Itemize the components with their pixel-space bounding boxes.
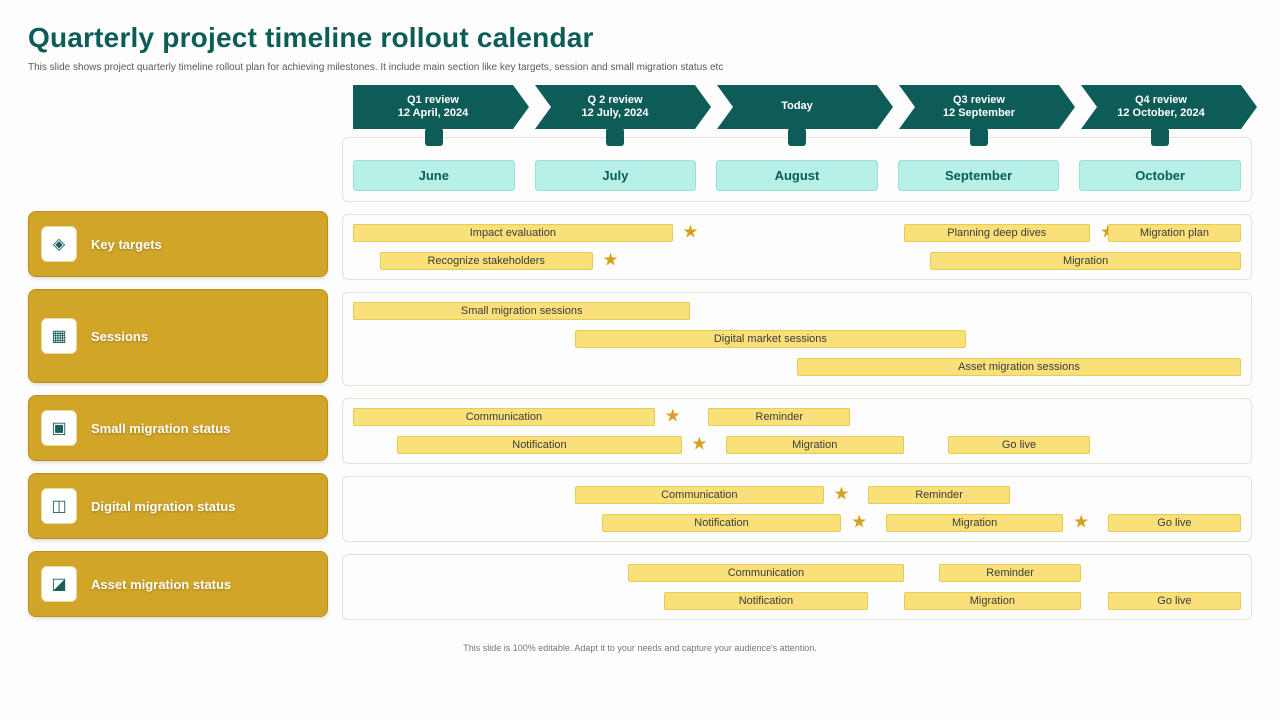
- milestone-chevron: Q 2 review12 July, 2024: [535, 85, 695, 129]
- gantt-bar: Reminder: [939, 564, 1081, 582]
- milestone-chevron: Q3 review12 September: [899, 85, 1059, 129]
- month-label: October: [1079, 160, 1241, 191]
- gantt-bar: Migration: [904, 592, 1082, 610]
- digital-icon: ◫: [41, 488, 77, 524]
- slide-subtitle: This slide shows project quarterly timel…: [28, 62, 1252, 73]
- star-icon: ★: [665, 405, 681, 426]
- category-label: Sessions: [91, 329, 148, 344]
- month-tick: [425, 128, 443, 146]
- asset-icon: ◪: [41, 566, 77, 602]
- category-label: Key targets: [91, 237, 162, 252]
- gantt-bar: Impact evaluation: [353, 224, 673, 242]
- milestone-chevron: Today: [717, 85, 877, 129]
- gantt-bar: Go live: [948, 436, 1090, 454]
- gantt-row: Recognize stakeholders ★ Migration: [353, 250, 1241, 272]
- gantt-bar: Migration: [930, 252, 1241, 270]
- milestone-chevron: Q1 review12 April, 2024: [353, 85, 513, 129]
- gantt-lane: Small migration sessions Digital market s…: [342, 292, 1252, 386]
- month-label: September: [898, 160, 1060, 191]
- gantt-row: Notification Migration Go live: [353, 590, 1241, 612]
- gantt-bar: Migration plan: [1108, 224, 1241, 242]
- star-icon: ★: [833, 483, 849, 504]
- milestone-chevrons: Q1 review12 April, 2024 Q 2 review12 July…: [342, 85, 1252, 129]
- sessions-icon: ▦: [41, 318, 77, 354]
- month-label: August: [716, 160, 878, 191]
- gantt-bar: Communication: [575, 486, 824, 504]
- gantt-row: Notification ★ Migration ★ Go live: [353, 512, 1241, 534]
- category-card: ▦ Sessions: [28, 289, 328, 383]
- gantt-row: Small migration sessions: [353, 300, 1241, 322]
- gantt-row: Digital market sessions: [353, 328, 1241, 350]
- timeline-column: Q1 review12 April, 2024 Q 2 review12 July…: [342, 85, 1252, 629]
- footer-note: This slide is 100% editable. Adapt it to…: [28, 643, 1252, 653]
- gantt-bar: Notification: [397, 436, 681, 454]
- gantt-bar: Go live: [1108, 592, 1241, 610]
- gantt-lane: Impact evaluation ★ Planning deep dives ★ Mi…: [342, 214, 1252, 280]
- category-column: ◈ Key targets ▦ Sessions ▣ Small migration st…: [28, 85, 328, 629]
- milestone-chevron: Q4 review12 October, 2024: [1081, 85, 1241, 129]
- category-card: ◈ Key targets: [28, 211, 328, 277]
- gantt-bar: Planning deep dives: [904, 224, 1090, 242]
- gantt-row: Impact evaluation★Planning deep dives★Mi…: [353, 222, 1241, 244]
- gantt-bar: Migration: [886, 514, 1064, 532]
- gantt-row: Asset migration sessions: [353, 356, 1241, 378]
- target-icon: ◈: [41, 226, 77, 262]
- gantt-bar: Go live: [1108, 514, 1241, 532]
- gantt-bar: Reminder: [868, 486, 1010, 504]
- star-icon: ★: [602, 249, 618, 270]
- category-card: ◫ Digital migration status: [28, 473, 328, 539]
- gantt-row: Communication Reminder: [353, 562, 1241, 584]
- star-icon: ★: [682, 221, 698, 242]
- category-card: ▣ Small migration status: [28, 395, 328, 461]
- category-label: Asset migration status: [91, 577, 231, 592]
- category-label: Small migration status: [91, 421, 230, 436]
- gantt-bar: Notification: [664, 592, 868, 610]
- gantt-row: Communication ★ Reminder: [353, 406, 1241, 428]
- gantt-bar: Asset migration sessions: [797, 358, 1241, 376]
- category-card: ◪ Asset migration status: [28, 551, 328, 617]
- gantt-row: Communication ★ Reminder: [353, 484, 1241, 506]
- gantt-bar: Reminder: [708, 408, 850, 426]
- gantt-lane: Communication★ReminderNotification★Migra…: [342, 476, 1252, 542]
- gantt-bar: Migration: [726, 436, 904, 454]
- month-label: June: [353, 160, 515, 191]
- month-tick: [788, 128, 806, 146]
- star-icon: ★: [851, 511, 867, 532]
- slide-title: Quarterly project timeline rollout calen…: [28, 22, 1252, 54]
- month-header: June July August September October: [342, 137, 1252, 202]
- month-label: July: [535, 160, 697, 191]
- category-label: Digital migration status: [91, 499, 235, 514]
- gantt-lane: Communication Reminder Notification Migrati…: [342, 554, 1252, 620]
- gantt-bar: Recognize stakeholders: [380, 252, 593, 270]
- gantt-bar: Small migration sessions: [353, 302, 690, 320]
- gantt-bar: Digital market sessions: [575, 330, 966, 348]
- status-icon: ▣: [41, 410, 77, 446]
- gantt-bar: Communication: [628, 564, 903, 582]
- star-icon: ★: [1073, 511, 1089, 532]
- month-tick: [970, 128, 988, 146]
- gantt-bar: Notification: [602, 514, 842, 532]
- month-tick: [1151, 128, 1169, 146]
- gantt-row: Notification ★ Migration Go live: [353, 434, 1241, 456]
- gantt-lane: Communication★ReminderNotification★Migra…: [342, 398, 1252, 464]
- month-tick: [606, 128, 624, 146]
- star-icon: ★: [691, 433, 707, 454]
- gantt-bar: Communication: [353, 408, 655, 426]
